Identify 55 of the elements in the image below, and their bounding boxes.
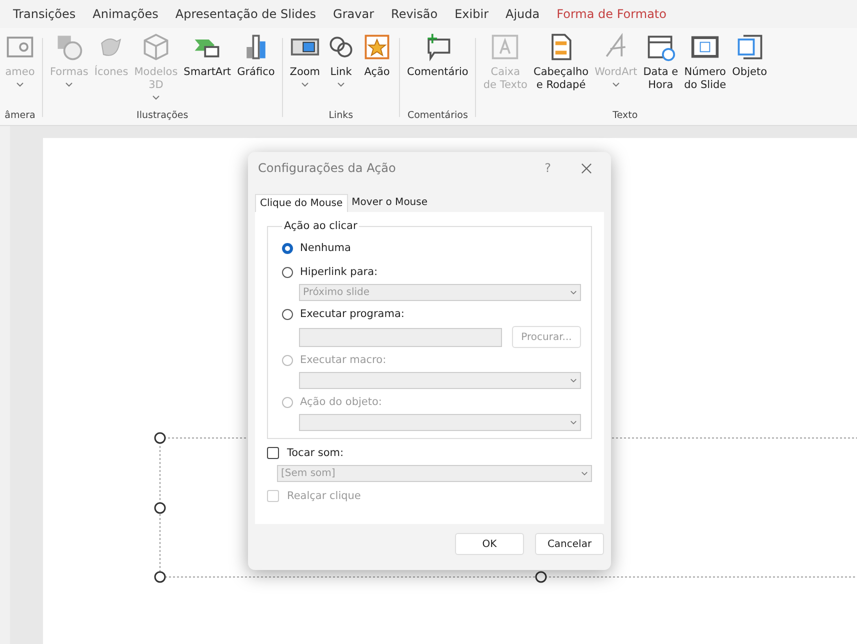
option-label: Nenhuma <box>300 242 351 254</box>
option-label: Executar macro: <box>300 354 386 366</box>
checkbox[interactable] <box>267 447 279 459</box>
chevron-icon <box>570 290 577 295</box>
ribbon-tab[interactable]: Apresentação de Slides <box>175 7 316 21</box>
chevron-icon <box>581 471 588 476</box>
close-icon[interactable] <box>581 162 592 174</box>
ribbon-button[interactable]: Cabeçalho e Rodapé <box>531 32 591 110</box>
group-label: Texto <box>612 110 638 123</box>
dialog-title: Configurações da Ação <box>258 161 397 175</box>
ribbon-button[interactable]: Comentário <box>405 32 470 110</box>
ribbon-button[interactable]: Data e Hora <box>641 32 680 110</box>
ribbon-button[interactable]: Número do Slide <box>682 32 728 110</box>
ribbon-button[interactable]: Zoom <box>288 32 322 110</box>
chevron-icon <box>570 420 577 425</box>
ribbon-button[interactable]: Ação <box>360 32 394 110</box>
dialog-button[interactable]: Cancelar <box>535 533 604 555</box>
option-label: Executar programa: <box>300 308 404 320</box>
dialog-tab[interactable]: Mover o Mouse <box>348 194 432 212</box>
radio-button[interactable] <box>282 308 293 320</box>
program-field[interactable] <box>299 328 502 346</box>
option-label: Hiperlink para: <box>300 266 378 278</box>
radio-button[interactable] <box>282 242 293 254</box>
group-legend: Ação ao clicar <box>282 220 360 232</box>
dialog-tab[interactable]: Clique do Mouse <box>255 194 348 212</box>
caret-icon <box>300 82 309 88</box>
group-label: Links <box>328 110 354 123</box>
option-label: Ação do objeto: <box>300 396 382 408</box>
chevron-icon <box>570 378 577 383</box>
group-label: âmera <box>4 110 36 123</box>
ribbon-tab[interactable]: Ajuda <box>506 7 540 21</box>
ribbon-button[interactable]: SmartArt <box>182 32 234 110</box>
ribbon-tab[interactable]: Exibir <box>454 7 488 21</box>
dropdown[interactable] <box>299 414 581 431</box>
caret-icon <box>16 82 24 88</box>
checkbox-label: Realçar clique <box>287 490 361 502</box>
ribbon-button[interactable]: Objeto <box>730 32 769 110</box>
group-label: Comentários <box>407 110 468 123</box>
ribbon-tab[interactable]: Transições <box>13 7 76 21</box>
ribbon-button[interactable]: Gráfico <box>235 32 277 110</box>
caret-icon <box>65 82 74 88</box>
group-label: Ilustrações <box>136 110 188 123</box>
text-box-icon <box>490 32 520 62</box>
ribbon-tab[interactable]: Animações <box>92 7 158 21</box>
ribbon-button[interactable]: Link <box>324 32 358 110</box>
caret-icon <box>152 95 160 100</box>
ribbon-tab[interactable]: Forma de Formato <box>556 7 666 21</box>
caret-icon <box>337 82 346 88</box>
dropdown[interactable] <box>299 372 581 389</box>
radio-button[interactable] <box>282 266 293 278</box>
caret-icon <box>612 82 620 88</box>
dialog-button[interactable]: OK <box>455 533 524 555</box>
ribbon-tab[interactable]: Revisão <box>391 7 438 21</box>
ribbon-tab[interactable]: Gravar <box>333 7 374 21</box>
checkbox-label: Tocar som: <box>287 447 344 459</box>
